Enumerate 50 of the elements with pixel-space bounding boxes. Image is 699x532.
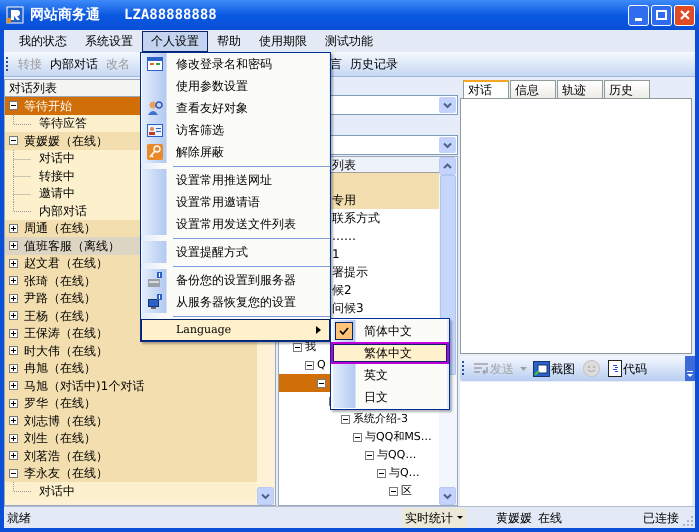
tree-label: 区 [401, 482, 412, 499]
list-text: 1 [332, 246, 340, 263]
menu-label: 英文 [364, 367, 388, 384]
contact-name: 尹路（在线） [24, 290, 96, 308]
list-text: …… [332, 228, 356, 245]
tree-label: 与QQ和MS… [365, 428, 432, 445]
list-text: 联系方式 [332, 210, 380, 227]
contact-name: 张琦（在线） [24, 272, 96, 290]
menu-label: 日文 [364, 389, 388, 406]
status-user: 黄媛媛 [496, 510, 532, 526]
tree-label: 等待应答 [39, 115, 87, 132]
tree-label: 系统介绍-3 [353, 410, 408, 427]
tree-label: 与QQ… [377, 446, 416, 463]
contact-name: 王杨（在线） [24, 308, 96, 325]
account-id: LZA88888888 [124, 6, 217, 24]
status-message: 就绪 [6, 510, 32, 526]
contact-name: 黄媛媛（在线） [24, 132, 108, 150]
contact-name: 王保涛（在线） [24, 325, 108, 342]
tree-label: 与Q… [389, 464, 420, 481]
menu-label: 使用参数设置 [176, 78, 249, 95]
contact-name: 马旭（对话中)1个对话 [24, 378, 144, 395]
list-text: 专用 [332, 192, 356, 209]
connection-status: 已连接 [643, 510, 679, 526]
tree-label: Q [317, 356, 326, 373]
menu-label: 查看友好对象 [176, 100, 249, 117]
contact-name: 赵文君（在线） [24, 255, 108, 272]
contact-name: 周通（在线） [24, 220, 96, 238]
contact-name: 冉旭（在线） [24, 360, 96, 378]
tree-label: 转接中 [39, 168, 75, 185]
list-text: 署提示 [332, 264, 368, 281]
window-title: 网站商务通 [30, 6, 100, 24]
tree-label: 对话中 [39, 150, 75, 168]
tree-label: 对话中 [39, 482, 75, 500]
menu-label: Language [176, 322, 232, 338]
contact-name: 刘生（在线） [24, 430, 96, 448]
contact-name: 时大伟（在线） [24, 342, 108, 360]
contact-name: 等待开始 [24, 98, 72, 115]
contact-name: 值班客服（离线） [24, 238, 120, 255]
status-text: 在线 [538, 510, 562, 526]
list-text: 候2 [332, 282, 352, 299]
contact-name: 李永友（在线） [24, 465, 108, 482]
list-text: 问候3 [332, 300, 364, 317]
menu-label: 简体中文 [364, 323, 412, 340]
menu-label: 修改登录名和密码 [176, 56, 273, 73]
tree-label: 邀请中 [39, 185, 75, 202]
contact-name: 罗华（在线） [24, 395, 96, 412]
contact-name: 刘志博（在线） [24, 412, 108, 430]
tree-label: 内部对话 [39, 202, 87, 220]
menu-label: 繁体中文 [364, 345, 412, 362]
contact-name: 刘茗浩（在线） [24, 448, 108, 465]
